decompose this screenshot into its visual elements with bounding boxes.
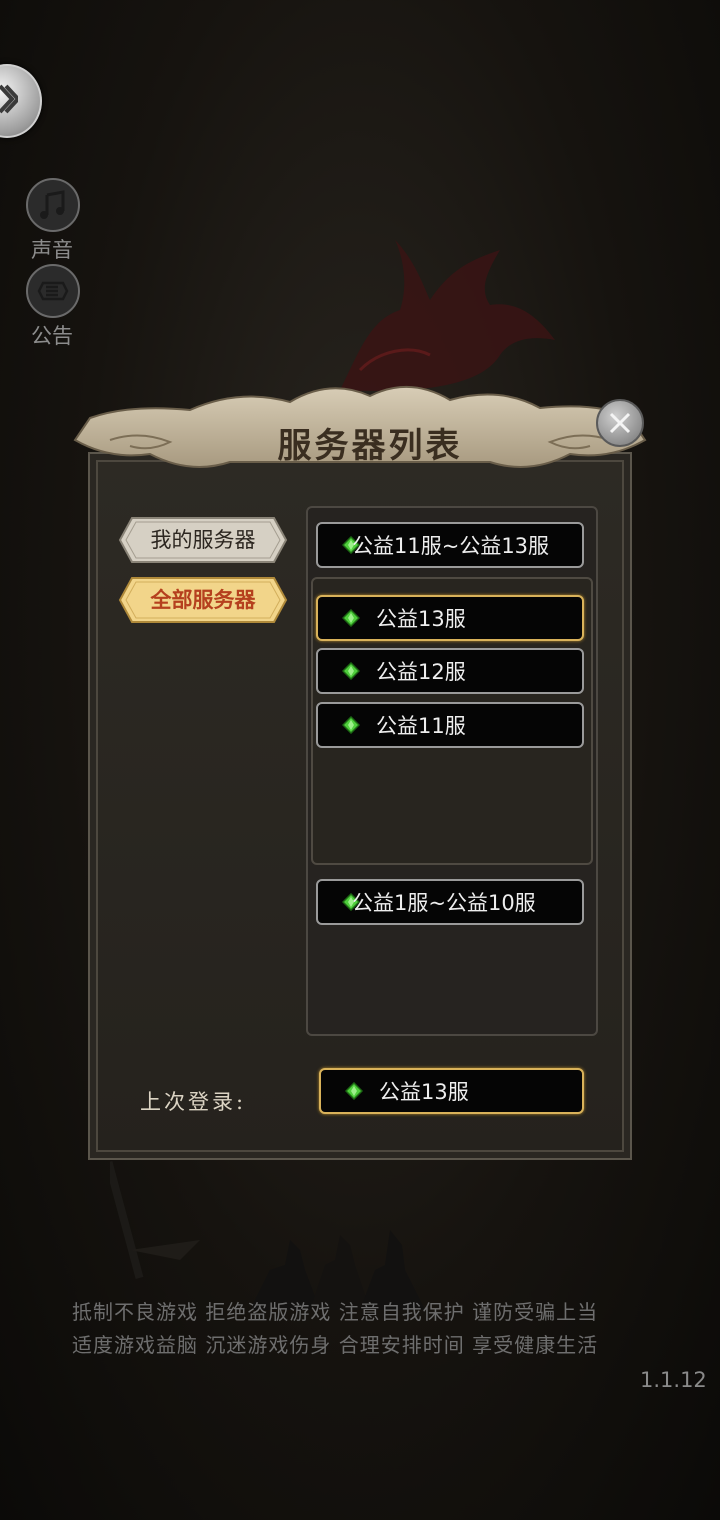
back-button[interactable]: [0, 64, 42, 138]
server-group-1-10[interactable]: 公益1服~公益10服: [316, 879, 584, 925]
notice-button[interactable]: 公告: [26, 264, 80, 350]
last-login-server[interactable]: 公益13服: [319, 1068, 584, 1114]
green-gem-icon: [342, 662, 360, 680]
version-label: 1.1.12: [640, 1368, 707, 1392]
sound-label: 声音: [31, 238, 73, 262]
server-group-label: 公益1服~公益10服: [352, 891, 536, 915]
server-item[interactable]: 公益12服: [316, 648, 584, 694]
server-name: 公益12服: [376, 660, 466, 684]
notice-label: 公告: [31, 324, 73, 348]
last-login-label: 上次登录:: [140, 1090, 247, 1114]
green-gem-icon: [342, 716, 360, 734]
server-name: 公益13服: [376, 607, 466, 631]
server-name: 公益11服: [376, 714, 466, 738]
server-name: 公益13服: [379, 1080, 469, 1104]
health-notice-line1: 抵制不良游戏 拒绝盗版游戏 注意自我保护 谨防受骗上当: [72, 1300, 599, 1324]
sound-button[interactable]: 声音: [26, 178, 80, 264]
tab-my-servers-label: 我的服务器: [150, 528, 256, 552]
dragon-silhouette: [340, 240, 555, 391]
back-arrow-icon: [0, 84, 18, 114]
sword-silhouette: [110, 1161, 200, 1279]
server-group-label: 公益11服~公益13服: [352, 534, 550, 558]
green-gem-icon: [342, 609, 360, 627]
server-group-11-13[interactable]: 公益11服~公益13服: [316, 522, 584, 568]
health-notice-line2: 适度游戏益脑 沉迷游戏伤身 合理安排时间 享受健康生活: [72, 1333, 599, 1357]
close-icon: [609, 412, 631, 434]
tab-my-servers[interactable]: 我的服务器: [118, 516, 288, 564]
server-item[interactable]: 公益11服: [316, 702, 584, 748]
green-gem-icon: [345, 1082, 363, 1100]
tab-all-servers-label: 全部服务器: [150, 588, 256, 612]
notice-icon: [37, 281, 69, 301]
close-button[interactable]: [596, 399, 644, 447]
server-item[interactable]: 公益13服: [316, 595, 584, 641]
music-note-icon: [40, 190, 65, 219]
tab-all-servers[interactable]: 全部服务器: [118, 576, 288, 624]
